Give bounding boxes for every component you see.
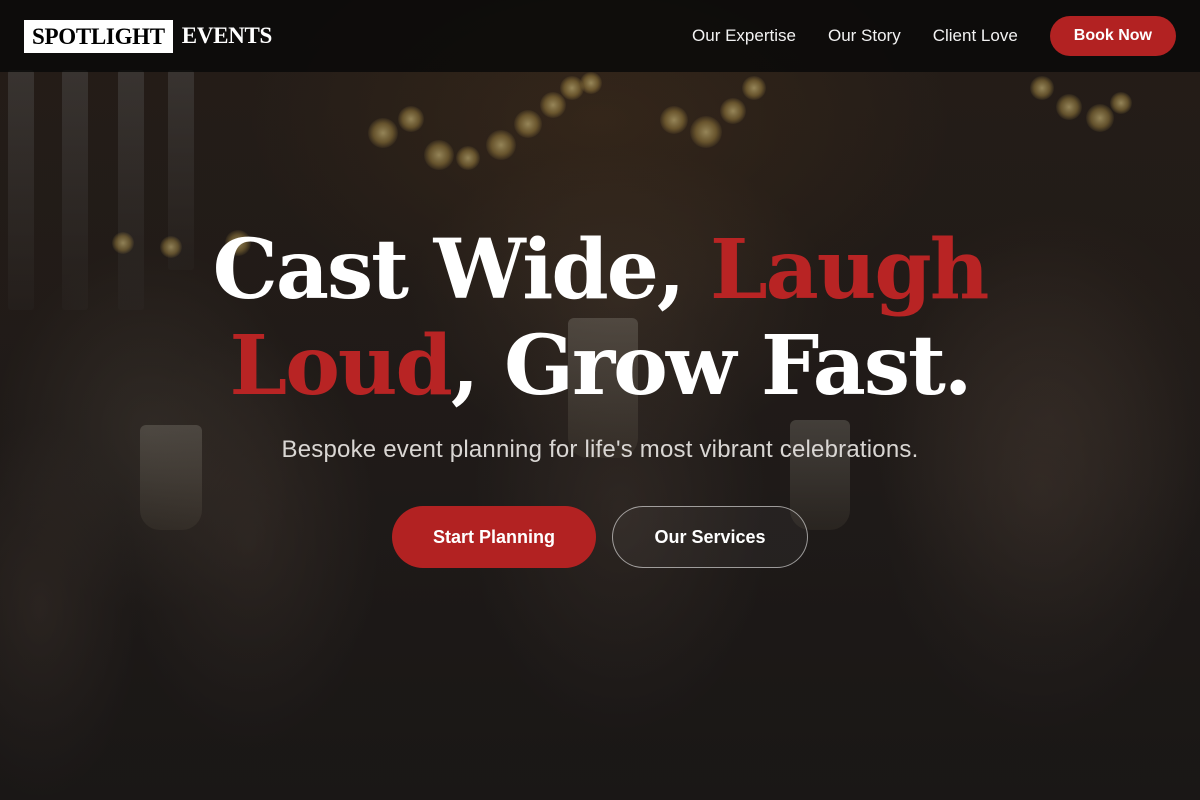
start-planning-button[interactable]: Start Planning	[392, 506, 596, 568]
hero-section: Cast Wide, Laugh Loud, Grow Fast. Bespok…	[0, 222, 1200, 568]
nav-links: Our Expertise Our Story Client Love Book…	[660, 16, 1176, 56]
hero-subtitle: Bespoke event planning for life's most v…	[281, 436, 919, 463]
book-now-button[interactable]: Book Now	[1049, 16, 1176, 56]
headline-accent-text: Loud	[229, 318, 453, 414]
headline-accent-text: Laugh	[710, 222, 989, 318]
headline-text: Cast Wide,	[212, 222, 710, 318]
headline-text: , Grow Fast.	[450, 318, 973, 414]
logo-spotlight-text: SPOTLIGHT	[24, 19, 173, 53]
top-navigation: SPOTLIGHT EVENTS Our Expertise Our Story…	[0, 0, 1200, 72]
brand-logo[interactable]: SPOTLIGHT EVENTS	[24, 19, 273, 53]
nav-link-our-expertise[interactable]: Our Expertise	[692, 26, 796, 46]
logo-events-text: EVENTS	[181, 23, 273, 48]
nav-link-our-story[interactable]: Our Story	[828, 26, 901, 46]
our-services-button[interactable]: Our Services	[612, 506, 808, 568]
hero-cta-row: Start Planning Our Services	[0, 506, 1200, 568]
hero-headline: Cast Wide, Laugh Loud, Grow Fast.	[0, 222, 1200, 414]
nav-link-client-love[interactable]: Client Love	[933, 26, 1018, 46]
